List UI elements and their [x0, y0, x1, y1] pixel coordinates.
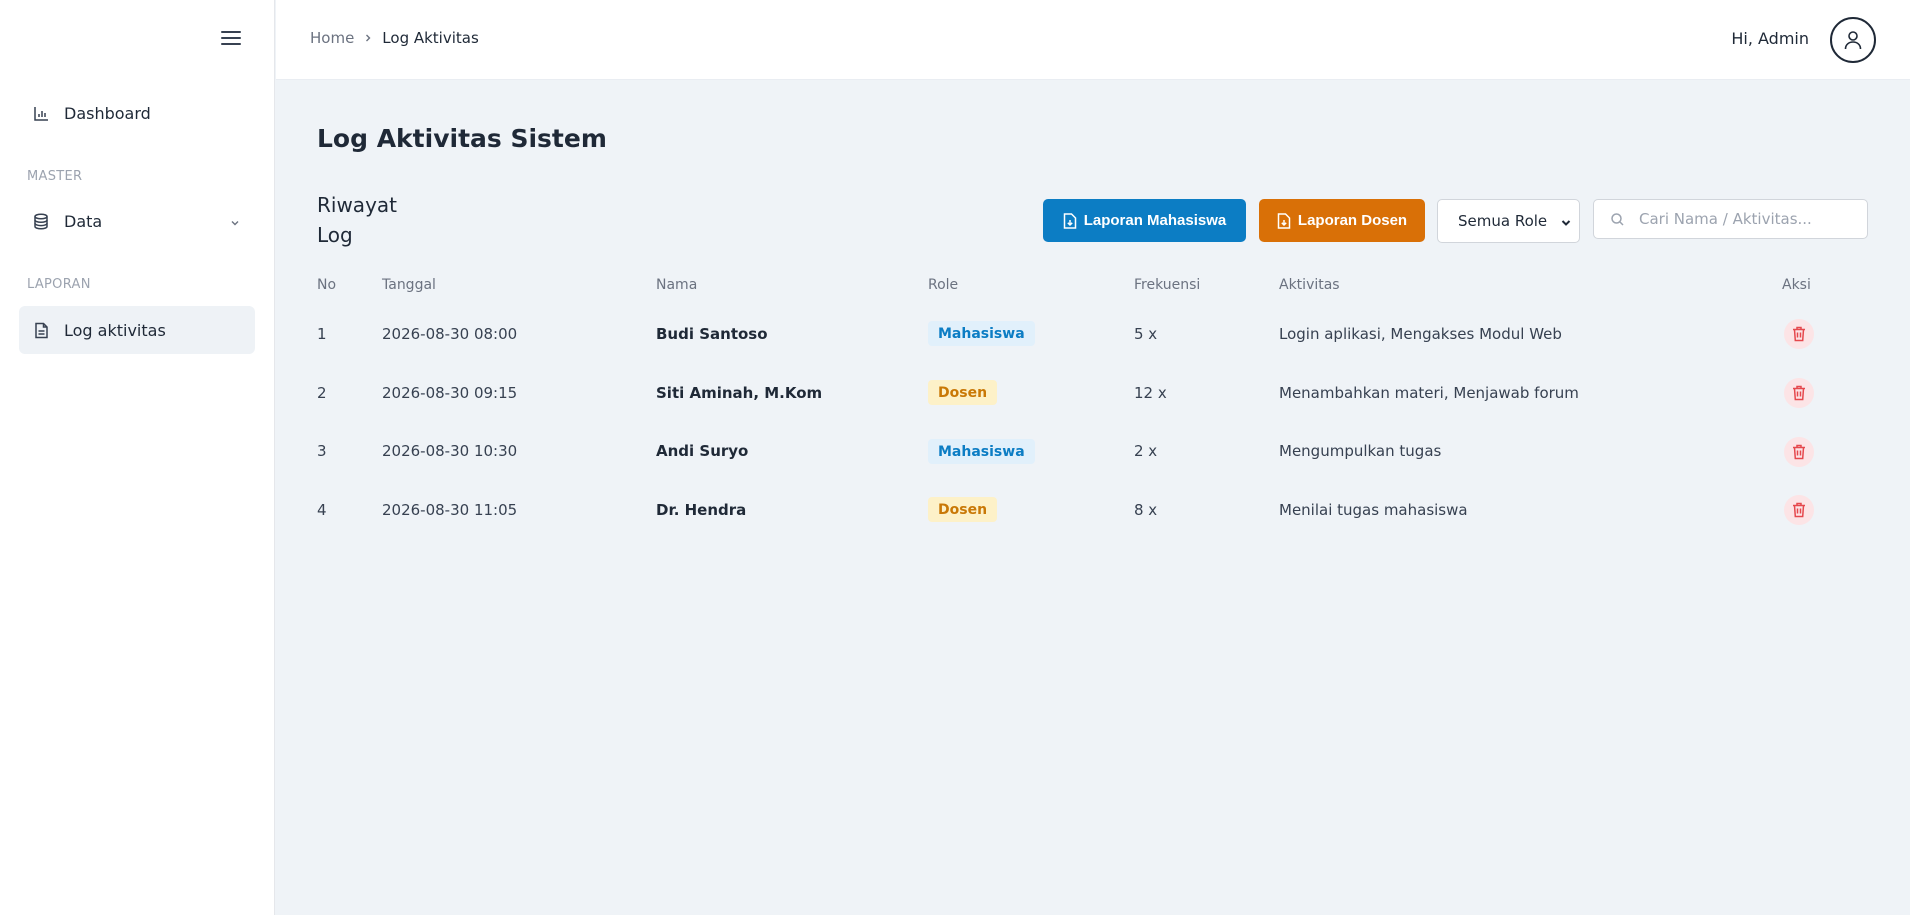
- cell-nama: Siti Aminah, M.Kom: [656, 384, 823, 402]
- cell-no: 1: [317, 325, 327, 343]
- breadcrumb-home-link[interactable]: Home: [310, 29, 354, 47]
- file-export-icon: [1277, 212, 1291, 229]
- cell-frekuensi: 8 x: [1134, 501, 1158, 519]
- column-header-frekuensi: Frekuensi: [1134, 277, 1201, 293]
- section-subtitle: Riwayat Log: [317, 190, 427, 250]
- breadcrumb: Home Log Aktivitas: [310, 29, 479, 47]
- search-icon: [1610, 212, 1625, 231]
- role-filter-select[interactable]: Semua Role: [1437, 199, 1580, 243]
- sidebar: Dashboard MASTER Data LAPORAN Log aktivi…: [0, 0, 275, 915]
- laporan-dosen-label: Laporan Dosen: [1297, 212, 1408, 229]
- laporan-mahasiswa-button[interactable]: Laporan Mahasiswa: [1043, 199, 1246, 242]
- cell-tanggal: 2026-08-30 08:00: [382, 325, 518, 343]
- delete-button[interactable]: [1784, 437, 1814, 467]
- trash-icon: [1793, 502, 1805, 518]
- sidebar-item-log-aktivitas[interactable]: Log aktivitas: [19, 306, 255, 354]
- cell-aktivitas: Mengumpulkan tugas: [1279, 442, 1442, 460]
- sidebar-item-dashboard[interactable]: Dashboard: [19, 89, 255, 137]
- sidebar-item-data[interactable]: Data: [19, 197, 255, 245]
- cell-nama: Budi Santoso: [656, 325, 768, 343]
- user-avatar-icon[interactable]: [1830, 17, 1876, 63]
- cell-frekuensi: 5 x: [1134, 325, 1158, 343]
- user-greeting: Hi, Admin: [1731, 29, 1809, 48]
- top-header: Home Log Aktivitas Hi, Admin: [276, 0, 1910, 80]
- cell-tanggal: 2026-08-30 09:15: [382, 384, 518, 402]
- delete-button[interactable]: [1784, 319, 1814, 349]
- subtitle-line-2: Log: [317, 223, 353, 247]
- delete-button[interactable]: [1784, 495, 1814, 525]
- role-badge: Mahasiswa: [928, 439, 1035, 464]
- role-badge: Mahasiswa: [928, 321, 1035, 346]
- cell-frekuensi: 2 x: [1134, 442, 1158, 460]
- cell-no: 4: [317, 501, 327, 519]
- sidebar-item-label: Data: [64, 211, 103, 231]
- laporan-mahasiswa-label: Laporan Mahasiswa: [1083, 212, 1227, 229]
- cell-no: 2: [317, 384, 327, 402]
- chevron-right-icon: [363, 33, 373, 43]
- database-icon: [32, 212, 50, 230]
- file-text-icon: [32, 321, 50, 339]
- chevron-down-icon: [1560, 215, 1572, 233]
- column-header-role: Role: [928, 277, 959, 293]
- cell-aktivitas: Menambahkan materi, Menjawab forum: [1279, 384, 1579, 402]
- column-header-tanggal: Tanggal: [382, 277, 436, 293]
- role-filter-value: Semua Role: [1458, 212, 1548, 230]
- search-input[interactable]: [1639, 210, 1859, 228]
- cell-tanggal: 2026-08-30 11:05: [382, 501, 518, 519]
- trash-icon: [1793, 444, 1805, 460]
- sidebar-item-label: Dashboard: [64, 103, 151, 123]
- breadcrumb-current: Log Aktivitas: [382, 29, 479, 47]
- sidebar-item-label: Log aktivitas: [64, 320, 166, 340]
- cell-tanggal: 2026-08-30 10:30: [382, 442, 518, 460]
- sidebar-section-laporan: LAPORAN: [27, 277, 91, 292]
- trash-icon: [1793, 385, 1805, 401]
- trash-icon: [1793, 326, 1805, 342]
- column-header-aksi: Aksi: [1782, 277, 1811, 293]
- subtitle-line-1: Riwayat: [317, 193, 397, 217]
- bar-chart-icon: [32, 104, 50, 122]
- cell-nama: Andi Suryo: [656, 442, 749, 460]
- role-badge: Dosen: [928, 380, 998, 405]
- laporan-dosen-button[interactable]: Laporan Dosen: [1259, 199, 1425, 242]
- role-badge: Dosen: [928, 497, 998, 522]
- page-title: Log Aktivitas Sistem: [317, 124, 607, 153]
- menu-toggle-icon[interactable]: [221, 31, 241, 47]
- search-box: [1593, 199, 1868, 239]
- cell-no: 3: [317, 442, 327, 460]
- cell-nama: Dr. Hendra: [656, 501, 747, 519]
- column-header-aktivitas: Aktivitas: [1279, 277, 1340, 293]
- column-header-no: No: [317, 277, 337, 293]
- column-header-nama: Nama: [656, 277, 698, 293]
- delete-button[interactable]: [1784, 378, 1814, 408]
- cell-aktivitas: Menilai tugas mahasiswa: [1279, 501, 1468, 519]
- file-export-icon: [1063, 212, 1077, 229]
- cell-aktivitas: Login aplikasi, Mengakses Modul Web: [1279, 325, 1562, 343]
- cell-frekuensi: 12 x: [1134, 384, 1167, 402]
- chevron-down-icon: [229, 214, 241, 233]
- sidebar-section-master: MASTER: [27, 169, 83, 184]
